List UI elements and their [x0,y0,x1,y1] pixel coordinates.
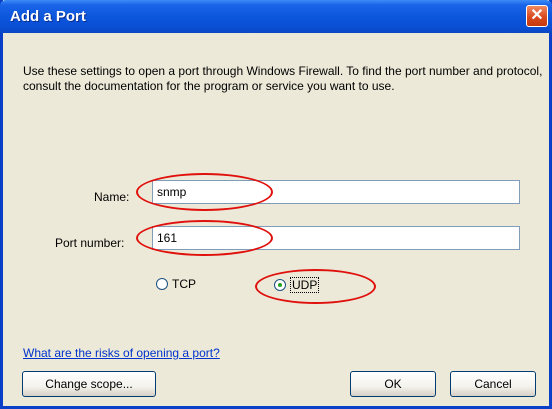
change-scope-button[interactable]: Change scope... [22,371,156,397]
close-icon: ✕ [530,7,544,24]
close-button[interactable]: ✕ [526,5,548,27]
name-highlight-ellipse [136,173,273,211]
title-bar[interactable]: Add a Port ✕ [0,0,552,33]
udp-highlight-ellipse [255,269,376,304]
dialog-title: Add a Port [10,8,86,25]
risks-link[interactable]: What are the risks of opening a port? [23,346,220,360]
port-highlight-ellipse [136,220,273,256]
cancel-button[interactable]: Cancel [450,371,536,397]
tcp-radio-circle [156,278,168,290]
description-text: Use these settings to open a port throug… [23,64,543,93]
tcp-radio[interactable]: TCP [156,277,196,291]
tcp-radio-label: TCP [172,277,196,291]
ok-button[interactable]: OK [350,371,436,397]
add-port-dialog: Add a Port ✕ Use these settings to open … [0,0,552,409]
port-number-label: Port number: [55,236,125,250]
name-label: Name: [94,190,130,204]
